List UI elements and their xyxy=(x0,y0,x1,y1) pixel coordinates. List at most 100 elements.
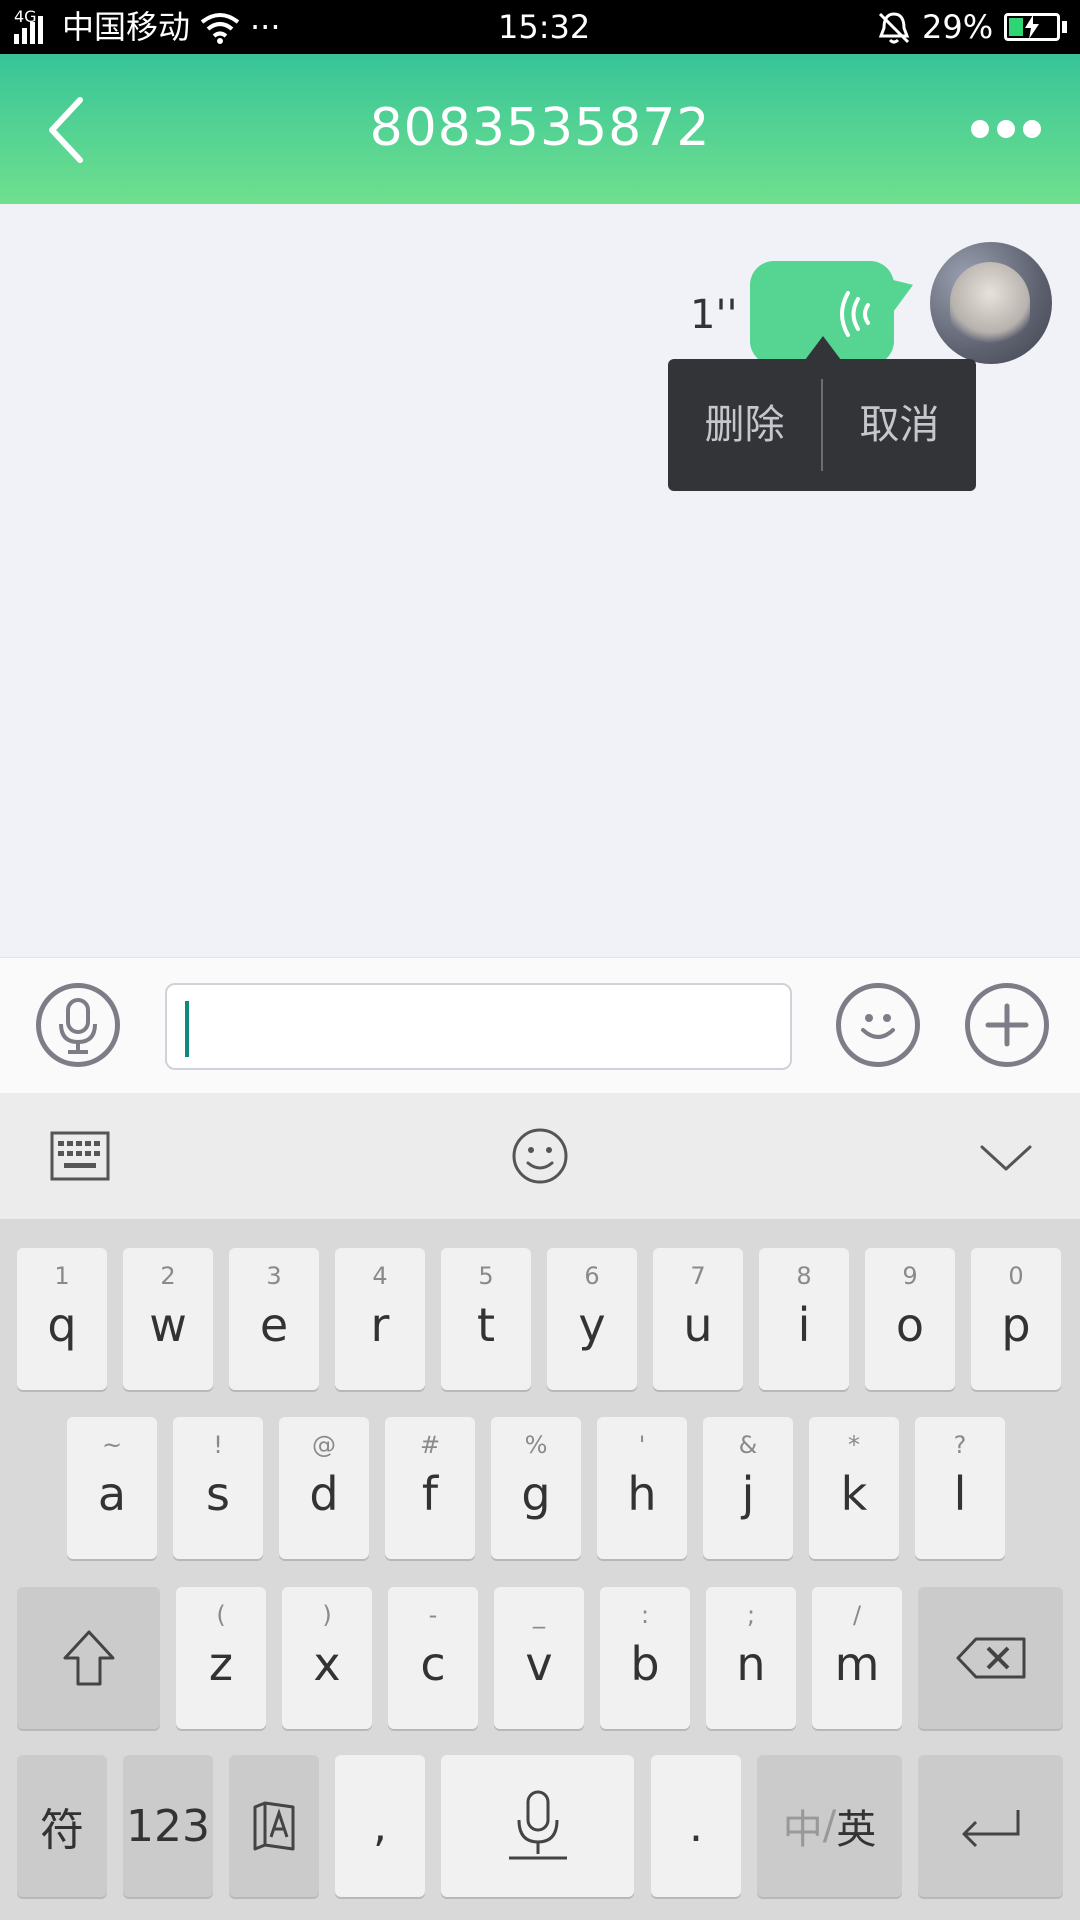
emoji-button[interactable] xyxy=(836,983,920,1067)
key-t[interactable]: 5t xyxy=(441,1248,531,1390)
key-primary-label: k xyxy=(840,1467,868,1521)
key-secondary-label: 4 xyxy=(372,1262,388,1290)
key-secondary-label: % xyxy=(524,1431,548,1459)
key-secondary-label: 3 xyxy=(266,1262,282,1290)
voice-input-button[interactable] xyxy=(36,983,120,1067)
key-primary-label: s xyxy=(206,1467,230,1521)
key-primary-label: x xyxy=(313,1637,341,1691)
key-i[interactable]: 8i xyxy=(759,1248,849,1390)
plus-button[interactable] xyxy=(965,983,1049,1067)
key-o[interactable]: 9o xyxy=(865,1248,955,1390)
key-secondary-label: ! xyxy=(213,1431,223,1459)
key-j[interactable]: & j xyxy=(703,1417,793,1559)
key-q[interactable]: 1q xyxy=(17,1248,107,1390)
key-secondary-label: ~ xyxy=(101,1431,123,1459)
microphone-icon xyxy=(508,1790,567,1860)
key-primary-label: c xyxy=(420,1637,446,1691)
key-m[interactable]: / m xyxy=(812,1587,902,1729)
keyboard-icon xyxy=(50,1131,110,1181)
key-f[interactable]: # f xyxy=(385,1417,475,1559)
chat-area[interactable]: 1'' 删除 取消 xyxy=(0,204,1080,957)
symbols-key[interactable]: 符 xyxy=(17,1755,107,1897)
period-key-label: . xyxy=(689,1800,703,1852)
key-y[interactable]: 6y xyxy=(547,1248,637,1390)
language-switch-key[interactable]: 中 / 英 xyxy=(757,1755,902,1897)
period-key[interactable]: . xyxy=(651,1755,741,1897)
numbers-key[interactable]: 123 xyxy=(123,1755,213,1897)
cancel-menu-item[interactable]: 取消 xyxy=(823,359,976,491)
space-voice-key[interactable] xyxy=(441,1755,634,1897)
microphone-icon xyxy=(59,998,97,1054)
key-secondary-label: / xyxy=(852,1601,862,1629)
key-secondary-label: 8 xyxy=(796,1262,812,1290)
key-secondary-label: 5 xyxy=(478,1262,494,1290)
key-s[interactable]: ! s xyxy=(173,1417,263,1559)
backspace-icon xyxy=(956,1637,1025,1679)
key-e[interactable]: 3e xyxy=(229,1248,319,1390)
key-r[interactable]: 4r xyxy=(335,1248,425,1390)
key-g[interactable]: % g xyxy=(491,1417,581,1559)
key-secondary-label: ; xyxy=(746,1601,756,1629)
key-d[interactable]: @ d xyxy=(279,1417,369,1559)
key-l[interactable]: ? l xyxy=(915,1417,1005,1559)
key-primary-label: e xyxy=(259,1298,289,1352)
keyboard-emoji-button[interactable] xyxy=(500,1121,580,1191)
key-primary-label: r xyxy=(370,1298,390,1352)
key-v[interactable]: _ v xyxy=(494,1587,584,1729)
keyboard-toolbar xyxy=(0,1093,1080,1220)
key-secondary-label: - xyxy=(428,1601,438,1629)
key-primary-label: a xyxy=(97,1467,127,1521)
symbols-key-label: 符 xyxy=(40,1805,84,1856)
input-bar xyxy=(0,957,1080,1093)
key-b[interactable]: :b xyxy=(600,1587,690,1729)
key-z[interactable]: (z xyxy=(176,1587,266,1729)
key-secondary-label: 0 xyxy=(1008,1262,1024,1290)
more-button[interactable] xyxy=(960,94,1060,164)
key-k[interactable]: * k xyxy=(809,1417,899,1559)
key-primary-label: f xyxy=(421,1467,439,1521)
key-a[interactable]: ~ a xyxy=(67,1417,157,1559)
delete-menu-item[interactable]: 删除 xyxy=(668,359,821,491)
smiley-icon xyxy=(861,1014,895,1039)
collapse-keyboard-button[interactable] xyxy=(966,1123,1046,1189)
battery-percent: 29% xyxy=(922,8,994,46)
key-x[interactable]: ) x xyxy=(282,1587,372,1729)
battery-cap xyxy=(1062,21,1067,33)
key-primary-label: n xyxy=(736,1637,766,1691)
handwriting-key[interactable] xyxy=(229,1755,319,1897)
enter-key[interactable] xyxy=(918,1755,1063,1897)
key-primary-label: w xyxy=(149,1298,187,1352)
message-context-menu: 删除 取消 xyxy=(668,359,976,491)
key-primary-label: o xyxy=(895,1298,925,1352)
key-w[interactable]: 2w xyxy=(123,1248,213,1390)
battery-icon xyxy=(1004,13,1060,41)
keyboard-switch-button[interactable] xyxy=(40,1123,120,1189)
key-primary-label: g xyxy=(521,1467,551,1521)
backspace-key[interactable] xyxy=(918,1587,1063,1729)
key-n[interactable]: ; n xyxy=(706,1587,796,1729)
status-more: ··· xyxy=(250,8,281,46)
key-u[interactable]: 7u xyxy=(653,1248,743,1390)
shift-key[interactable] xyxy=(17,1587,160,1729)
key-secondary-label: @ xyxy=(312,1431,336,1459)
chat-title: 8083535872 xyxy=(369,98,711,158)
key-primary-label: q xyxy=(47,1298,77,1352)
key-p[interactable]: 0p xyxy=(971,1248,1061,1390)
key-c[interactable]: -c xyxy=(388,1587,478,1729)
charging-bolt-icon xyxy=(1025,15,1039,39)
voice-duration: 1'' xyxy=(690,292,738,338)
status-bar: 4G 中国移动 ··· 15:32 29% xyxy=(0,0,1080,54)
key-primary-label: h xyxy=(627,1467,657,1521)
comma-key[interactable]: , xyxy=(335,1755,425,1897)
key-primary-label: j xyxy=(741,1467,755,1521)
key-primary-label: t xyxy=(476,1298,496,1352)
clock: 15:32 xyxy=(498,8,591,46)
key-primary-label: z xyxy=(208,1637,234,1691)
plus-icon xyxy=(985,1003,1029,1047)
key-primary-label: v xyxy=(525,1637,553,1691)
key-primary-label: y xyxy=(578,1298,606,1352)
smiley-icon xyxy=(512,1128,568,1184)
avatar[interactable] xyxy=(930,242,1052,364)
key-h[interactable]: ' h xyxy=(597,1417,687,1559)
message-input[interactable] xyxy=(165,983,792,1070)
